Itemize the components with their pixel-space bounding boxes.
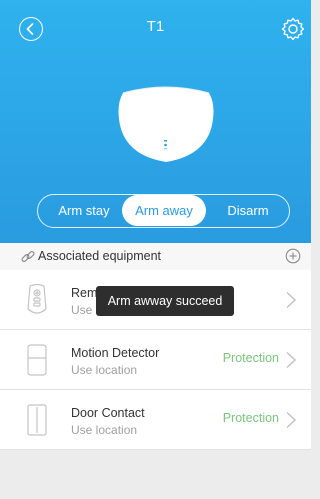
link-icon (21, 250, 35, 263)
device-name: Motion Detector (71, 346, 160, 360)
remote-controller-icon (27, 283, 47, 314)
gear-icon (281, 17, 305, 41)
add-equipment-button[interactable] (285, 248, 301, 264)
device-location: Use location (71, 363, 138, 377)
chevron-right-icon (286, 351, 297, 369)
motion-detector-icon (27, 344, 47, 376)
door-contact-icon (27, 404, 47, 436)
chevron-right-icon (286, 291, 297, 309)
associated-equipment-label: Associated equipment (38, 249, 161, 263)
chevron-right-icon (286, 411, 297, 429)
arm-away-button[interactable]: Arm away (122, 195, 206, 226)
page-title: T1 (146, 18, 165, 35)
plus-circle-icon (285, 248, 301, 264)
disarm-button[interactable]: Disarm (208, 195, 288, 226)
device-name: Door Contact (71, 406, 145, 420)
arm-stay-button[interactable]: Arm stay (44, 195, 124, 226)
arm-mode-selector: Arm stay Arm away Disarm (37, 194, 290, 228)
device-location: Use location (71, 423, 138, 437)
associated-equipment-header: Associated equipment (0, 243, 311, 271)
device-status: Protection (222, 351, 279, 365)
device-row-motion-detector[interactable]: Motion Detector Use location Protection (0, 330, 311, 390)
header-panel: T1 Arm stay Arm away Disarm (0, 0, 311, 243)
hub-device-image (118, 86, 214, 162)
device-row-door-contact[interactable]: Door Contact Use location Protection (0, 390, 311, 450)
device-status: Protection (222, 411, 279, 425)
toast-message: Arm awway succeed (96, 286, 234, 316)
settings-button[interactable] (280, 16, 306, 42)
